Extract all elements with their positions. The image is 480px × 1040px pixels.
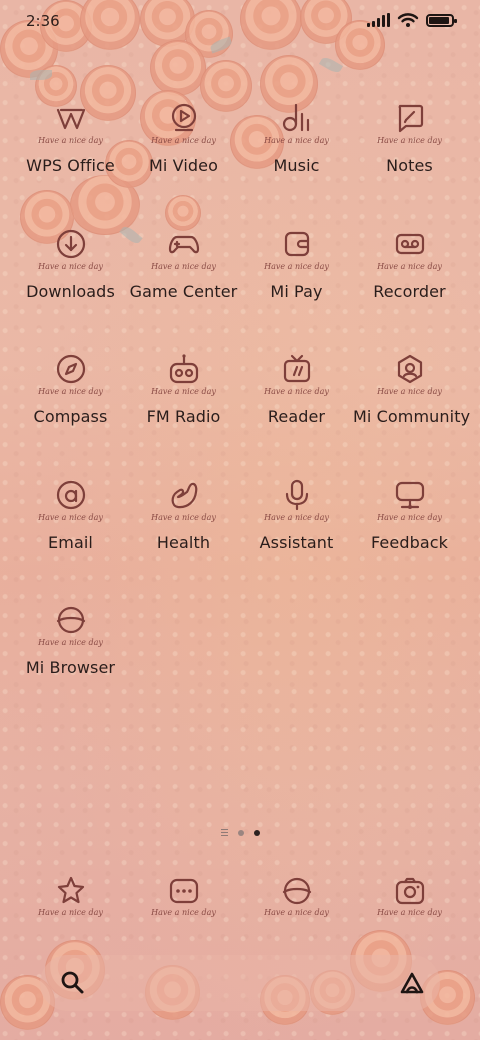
status-bar: 2:36 [0, 0, 480, 40]
video-play-icon [171, 103, 196, 132]
app-tagline: Have a nice day [377, 261, 442, 271]
page-indicator[interactable] [0, 829, 480, 836]
radio-icon [169, 354, 198, 384]
cellular-signal-icon [367, 13, 390, 27]
microphone-icon [285, 479, 308, 510]
app-wps-office[interactable]: Have a nice day WPS Office [14, 100, 127, 226]
music-note-icon [282, 103, 309, 132]
app-label: Compass [33, 407, 108, 426]
app-tagline: Have a nice day [377, 908, 442, 917]
page-dot-1[interactable] [237, 829, 244, 836]
download-arrow-icon [56, 229, 85, 258]
dock-app-camera[interactable]: Have a nice day [353, 875, 466, 917]
wallet-icon [284, 231, 309, 256]
app-label: Downloads [26, 281, 115, 301]
app-email[interactable]: Have a nice day Email [14, 477, 127, 603]
app-compass[interactable]: Have a nice day Compass [14, 351, 127, 477]
app-label: Music [273, 156, 320, 175]
search-icon[interactable] [60, 970, 86, 996]
app-tagline: Have a nice day [264, 387, 329, 396]
camera-icon [395, 877, 424, 905]
app-tagline: Have a nice day [264, 136, 329, 145]
email-at-icon [56, 480, 85, 509]
app-tagline: Have a nice day [151, 908, 216, 917]
app-downloads[interactable]: Have a nice day Downloads [14, 226, 127, 352]
dock-app-browser[interactable]: Have a nice day [240, 875, 353, 917]
app-health[interactable]: Have a nice day Health [127, 477, 240, 603]
browser-planet-icon [56, 606, 85, 634]
app-tagline: Have a nice day [38, 387, 103, 396]
app-fm-radio[interactable]: Have a nice day FM Radio [127, 351, 240, 477]
app-tagline: Have a nice day [38, 261, 103, 271]
app-label: Mi Video [149, 156, 218, 175]
dock-app-star[interactable]: Have a nice day [14, 875, 127, 917]
reader-icon [283, 354, 310, 383]
app-tagline: Have a nice day [264, 261, 329, 271]
app-feedback[interactable]: Have a nice day Feedback [353, 477, 466, 603]
app-tagline: Have a nice day [38, 136, 103, 145]
compass-icon [56, 354, 85, 384]
app-recorder[interactable]: Have a nice day Recorder [353, 226, 466, 352]
health-arm-icon [171, 482, 197, 508]
feedback-monitor-icon [395, 481, 424, 509]
app-label: Reader [267, 407, 326, 426]
app-tagline: Have a nice day [377, 387, 442, 396]
app-label: WPS Office [26, 156, 115, 175]
app-mi-video[interactable]: Have a nice day Mi Video [127, 100, 240, 226]
app-label: Health [156, 532, 211, 552]
app-label: Mi Community [353, 407, 471, 426]
wps-icon [56, 108, 85, 130]
app-label: Mi Pay [270, 281, 323, 301]
app-tagline: Have a nice day [151, 261, 216, 271]
community-hexagon-icon [397, 354, 422, 384]
battery-icon [426, 14, 457, 27]
search-bar[interactable] [40, 955, 440, 1011]
app-game-center[interactable]: Have a nice day Game Center [127, 226, 240, 352]
app-music[interactable]: Have a nice day Music [240, 100, 353, 226]
app-tagline: Have a nice day [38, 512, 103, 522]
app-tagline: Have a nice day [151, 387, 216, 396]
app-label: Recorder [373, 281, 446, 301]
app-mi-community[interactable]: Have a nice day Mi Community [353, 351, 471, 477]
app-tagline: Have a nice day [38, 908, 103, 917]
app-mi-browser[interactable]: Have a nice day Mi Browser [14, 602, 127, 728]
messages-icon [169, 878, 198, 904]
app-assistant[interactable]: Have a nice day Assistant [240, 477, 353, 603]
status-icons [367, 13, 457, 27]
assistant-a-icon[interactable] [398, 969, 426, 997]
app-grid: Have a nice day WPS Office Have a nice d… [14, 100, 471, 728]
app-mi-pay[interactable]: Have a nice day Mi Pay [240, 226, 353, 352]
status-time: 2:36 [26, 12, 60, 30]
dock: Have a nice day Have a nice day Have a n… [14, 875, 466, 917]
wifi-icon [397, 13, 419, 27]
app-tagline: Have a nice day [151, 136, 216, 145]
app-label: Mi Browser [25, 658, 116, 677]
app-tagline: Have a nice day [151, 512, 216, 522]
app-label: FM Radio [146, 407, 221, 426]
app-label: Assistant [259, 532, 334, 552]
app-list-indicator-icon[interactable] [220, 829, 228, 836]
app-notes[interactable]: Have a nice day Notes [353, 100, 466, 226]
app-tagline: Have a nice day [38, 638, 103, 647]
dock-app-messages[interactable]: Have a nice day [127, 875, 240, 917]
app-label: Email [48, 532, 93, 552]
recorder-icon [395, 233, 424, 254]
app-label: Notes [386, 156, 433, 175]
app-tagline: Have a nice day [377, 512, 442, 522]
app-tagline: Have a nice day [264, 908, 329, 917]
app-tagline: Have a nice day [377, 136, 442, 145]
star-icon [57, 876, 84, 904]
notes-pen-icon [398, 104, 423, 133]
app-label: Game Center [129, 281, 238, 301]
page-dot-2[interactable] [253, 829, 260, 836]
app-label: Feedback [371, 532, 448, 552]
app-reader[interactable]: Have a nice day Reader [240, 351, 353, 477]
app-tagline: Have a nice day [264, 512, 329, 522]
gamepad-icon [168, 235, 199, 253]
browser-planet-icon [282, 877, 311, 905]
